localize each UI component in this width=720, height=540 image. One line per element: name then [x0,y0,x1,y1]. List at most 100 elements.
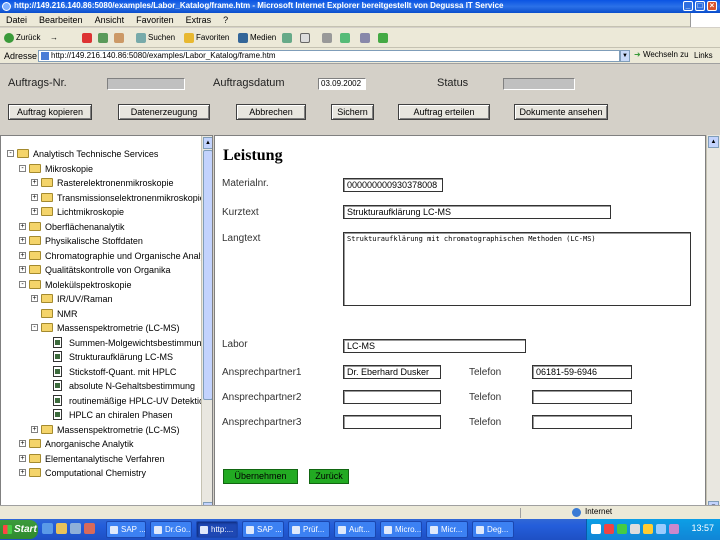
expand-icon[interactable]: + [31,193,38,201]
expand-icon[interactable]: + [19,222,26,230]
tree-item[interactable]: Strukturaufklärung LC-MS [1,350,199,364]
expand-icon[interactable]: + [31,179,38,186]
menu-help[interactable]: ? [223,13,228,27]
minimize-button[interactable]: _ [683,1,693,11]
expand-icon[interactable]: + [31,208,38,215]
discuss-button[interactable] [360,31,372,45]
tree-item[interactable]: - Analytisch Technische Services [1,147,199,161]
favorites-button[interactable]: Favoriten [184,31,229,45]
quicklaunch-desktop-icon[interactable] [70,523,81,534]
taskbar-item[interactable]: SAP ... [242,521,284,538]
tree-item[interactable]: + Lichtmikroskopie [1,205,199,219]
expand-icon[interactable]: + [19,251,26,259]
ansprechpartner3-field[interactable] [343,415,441,429]
tree-item[interactable]: Stickstoff-Quant. mit HPLC [1,365,199,379]
detail-scrollbar[interactable]: ▲ ▼ [706,135,720,517]
tray-icon[interactable] [630,524,640,534]
ansprechpartner1-field[interactable]: Dr. Eberhard Dusker [343,365,441,379]
tree-item[interactable]: + Chromatographie und Organische Analytik [1,249,212,263]
tree-item[interactable]: Summen-Molgewichtsbestimmung [1,336,207,350]
collapse-icon[interactable]: - [7,150,14,157]
scroll-up-icon[interactable]: ▲ [203,137,212,149]
tree-item[interactable]: + Oberflächenanalytik [1,220,199,234]
tree-item[interactable]: + Qualitätskontrolle von Organika [1,263,199,277]
expand-icon[interactable]: + [31,425,38,433]
tree-item[interactable]: - Massenspektrometrie (LC-MS) [1,321,199,335]
expand-icon[interactable]: + [19,454,26,462]
auftrag-kopieren-button[interactable]: Auftrag kopieren [8,104,92,120]
quicklaunch-folder-icon[interactable] [56,523,67,534]
dokumente-ansehen-button[interactable]: Dokumente ansehen [514,104,608,120]
tree-item[interactable]: + Rasterelektronenmikroskopie [1,176,199,190]
tree-item[interactable]: + Computational Chemistry [1,466,199,480]
close-button[interactable]: × [707,1,717,11]
links-button[interactable]: Links [694,51,713,60]
kurztext-field[interactable]: Strukturaufklärung LC-MS [343,205,611,219]
tree-item[interactable]: + Massenspektrometrie (LC-MS) [1,423,199,437]
home-button[interactable] [114,31,126,45]
tray-icon[interactable] [643,524,653,534]
langtext-textarea[interactable]: Strukturaufklärung mit chromatographisch… [343,232,691,306]
telefon2-field[interactable] [532,390,632,404]
taskbar-item[interactable]: Auft... [334,521,376,538]
expand-icon[interactable]: + [19,469,26,476]
quicklaunch-ie-icon[interactable] [42,523,53,534]
materialnr-field[interactable]: 000000000930378008 [343,178,443,192]
expand-icon[interactable]: + [19,237,26,244]
tree-item[interactable]: absolute N-Gehaltsbestimmung [1,379,199,393]
mail-button[interactable] [300,31,312,45]
detail-scroll-up-icon[interactable]: ▲ [708,136,719,148]
menu-ansicht[interactable]: Ansicht [95,13,125,27]
quicklaunch-outlook-icon[interactable] [84,523,95,534]
menu-extras[interactable]: Extras [186,13,212,27]
history-button[interactable] [282,31,294,45]
start-button[interactable]: Start [0,520,38,539]
back-button[interactable]: Zurück [4,31,40,45]
tray-icon[interactable] [604,524,614,534]
tree-scroll-thumb[interactable] [203,150,212,400]
tree-item[interactable]: + IR/UV/Raman [1,292,199,306]
ansprechpartner2-field[interactable] [343,390,441,404]
zurueck-button[interactable]: Zurück [309,469,349,484]
uebernehmen-button[interactable]: Übernehmen [223,469,298,484]
taskbar-item[interactable]: Dr.Go... [150,521,192,538]
tray-icon[interactable] [656,524,666,534]
datenerzeugung-button[interactable]: Datenerzeugung [118,104,210,120]
edit-button[interactable] [340,31,352,45]
tree-scrollbar[interactable]: ▲ ▼ [201,136,212,516]
telefon1-field[interactable]: 06181-59-6946 [532,365,632,379]
taskbar-item[interactable]: Prüf... [288,521,330,538]
tree-item[interactable]: - Molekülspektroskopie [1,278,199,292]
tree-item[interactable]: + Transmissionselektronenmikroskopie [1,191,205,205]
refresh-button[interactable] [98,31,110,45]
tree-item[interactable]: + Anorganische Analytik [1,437,199,451]
tray-icon[interactable] [669,524,679,534]
tree-item[interactable]: + Physikalische Stoffdaten [1,234,199,248]
window-title-bar[interactable]: http://149.216.140.86:5080/examples/Labo… [0,0,720,13]
tray-icon[interactable] [617,524,627,534]
menu-datei[interactable]: Datei [6,13,27,27]
labor-field[interactable]: LC-MS [343,339,526,353]
print-button[interactable] [322,31,334,45]
collapse-icon[interactable]: - [19,164,26,172]
tray-icon[interactable] [591,524,601,534]
expand-icon[interactable]: + [31,295,38,302]
address-dropdown-icon[interactable]: ▼ [620,50,630,62]
address-input[interactable]: http://149.216.140.86:5080/examples/Labo… [38,50,620,62]
tree-item[interactable]: NMR [1,307,199,321]
collapse-icon[interactable]: - [19,280,26,288]
taskbar-item[interactable]: Micr... [426,521,468,538]
search-button[interactable]: Suchen [136,31,175,45]
maximize-button[interactable]: □ [695,1,705,11]
taskbar-item[interactable]: Deg... [472,521,514,538]
media-button[interactable]: Medien [238,31,276,45]
expand-icon[interactable]: + [19,266,26,273]
go-button[interactable]: ➜ Wechseln zu [634,50,689,62]
collapse-icon[interactable]: - [31,324,38,331]
taskbar-item[interactable]: Micro... [380,521,422,538]
menu-bearbeiten[interactable]: Bearbeiten [39,13,83,27]
expand-icon[interactable]: + [19,440,26,447]
taskbar-item-active[interactable]: http:... [196,521,238,538]
messenger-button[interactable] [378,31,390,45]
stop-button[interactable] [82,31,94,45]
